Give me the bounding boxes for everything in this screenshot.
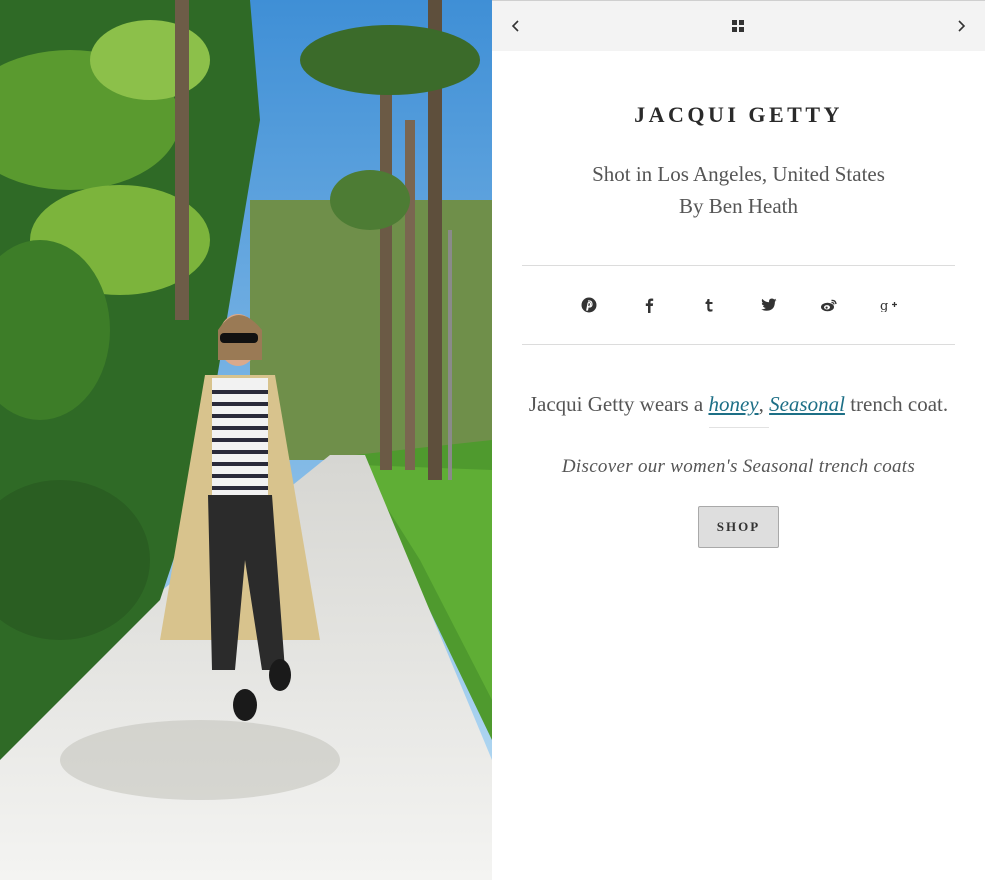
page: JACQUI GETTY Shot in Los Angeles, United… xyxy=(0,0,985,880)
seasonal-link[interactable]: Seasonal xyxy=(769,392,845,416)
location-text: Shot in Los Angeles, United States xyxy=(592,162,885,186)
share-bar: g xyxy=(492,266,985,344)
weibo-icon[interactable] xyxy=(817,293,841,317)
twitter-icon[interactable] xyxy=(757,293,781,317)
shot-info: Shot in Los Angeles, United States By Be… xyxy=(492,158,985,222)
svg-text:g: g xyxy=(880,299,888,312)
shop-button[interactable]: SHOP xyxy=(698,506,779,548)
description-suffix: trench coat. xyxy=(850,392,949,416)
photo-illustration xyxy=(0,0,492,880)
facebook-icon[interactable] xyxy=(637,293,661,317)
description-prefix: Jacqui Getty wears a xyxy=(528,392,704,416)
details-panel: JACQUI GETTY Shot in Los Angeles, United… xyxy=(492,0,985,880)
product-description: Jacqui Getty wears a honey, Seasonal tre… xyxy=(492,389,985,419)
chevron-left-icon xyxy=(511,20,519,32)
nav-bar xyxy=(492,1,985,51)
tumblr-icon[interactable] xyxy=(697,293,721,317)
google-plus-icon[interactable]: g xyxy=(877,293,901,317)
next-button[interactable] xyxy=(939,1,983,51)
street-style-photo xyxy=(0,0,492,880)
profile-name: JACQUI GETTY xyxy=(634,102,843,127)
divider xyxy=(522,344,955,345)
description-separator: , xyxy=(758,392,764,416)
byline-text: By Ben Heath xyxy=(679,194,798,218)
chevron-right-icon xyxy=(958,20,966,32)
honey-link[interactable]: honey xyxy=(708,392,758,416)
profile-content: JACQUI GETTY Shot in Los Angeles, United… xyxy=(492,102,985,548)
short-divider xyxy=(708,427,769,428)
previous-button[interactable] xyxy=(494,1,538,51)
pinterest-icon[interactable] xyxy=(577,293,601,317)
grid-view-button[interactable] xyxy=(716,1,760,51)
grid-icon xyxy=(732,20,744,32)
discover-text: Discover our women's Seasonal trench coa… xyxy=(561,456,916,477)
